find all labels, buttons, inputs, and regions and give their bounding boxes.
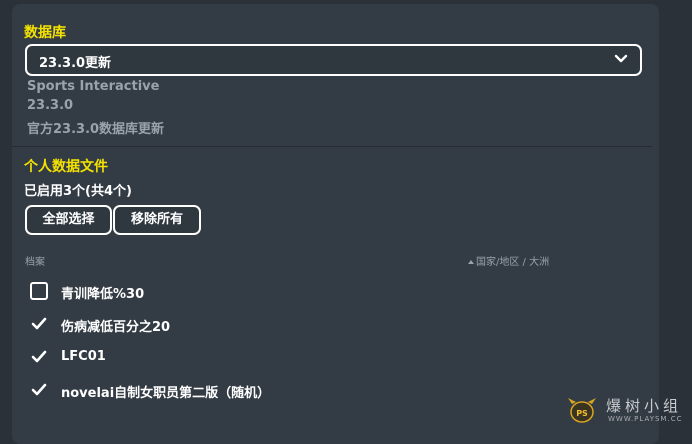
database-select[interactable]: 23.3.0更新 [25, 44, 642, 76]
column-header-region-label: 国家/地区 / 大洲 [476, 257, 550, 268]
column-header-file-label: 档案 [25, 257, 45, 268]
remove-all-button[interactable]: 移除所有 [113, 205, 201, 235]
profile-files-section-title: 个人数据文件 [24, 159, 108, 175]
watermark-logo-text: PS [576, 409, 588, 418]
watermark-logo-icon: PS [568, 398, 596, 423]
checkmark-icon[interactable] [30, 381, 48, 399]
database-section-title: 数据库 [24, 25, 66, 41]
select-all-button[interactable]: 全部选择 [25, 205, 112, 235]
database-publisher: Sports Interactive [27, 79, 160, 94]
watermark-url: WWW.PLAYSM.CC [608, 415, 683, 423]
checkmark-icon[interactable] [30, 315, 48, 333]
profile-file-label: novelai自制女职员第二版（随机） [61, 386, 271, 401]
checkmark-icon[interactable] [30, 348, 48, 366]
enabled-count: 已启用3个(共4个) [24, 184, 132, 199]
column-header-file[interactable]: 档案 [25, 253, 45, 268]
column-header-region[interactable]: 国家/地区 / 大洲 [468, 253, 549, 268]
database-select-value: 23.3.0更新 [39, 56, 112, 71]
watermark: PS 爆树小组 WWW.PLAYSM.CC [560, 395, 690, 427]
database-description: 官方23.3.0数据库更新 [27, 122, 165, 137]
database-version: 23.3.0 [27, 98, 74, 113]
sort-ascending-icon [468, 260, 474, 264]
checkbox-unchecked[interactable] [30, 282, 48, 300]
profile-file-label: LFC01 [61, 349, 106, 364]
watermark-text: 爆树小组 [606, 397, 683, 415]
profile-file-label: 伤病减低百分之20 [61, 320, 171, 335]
section-divider [12, 146, 652, 147]
chevron-down-icon [614, 54, 628, 63]
profile-file-label: 青训降低%30 [61, 287, 145, 302]
